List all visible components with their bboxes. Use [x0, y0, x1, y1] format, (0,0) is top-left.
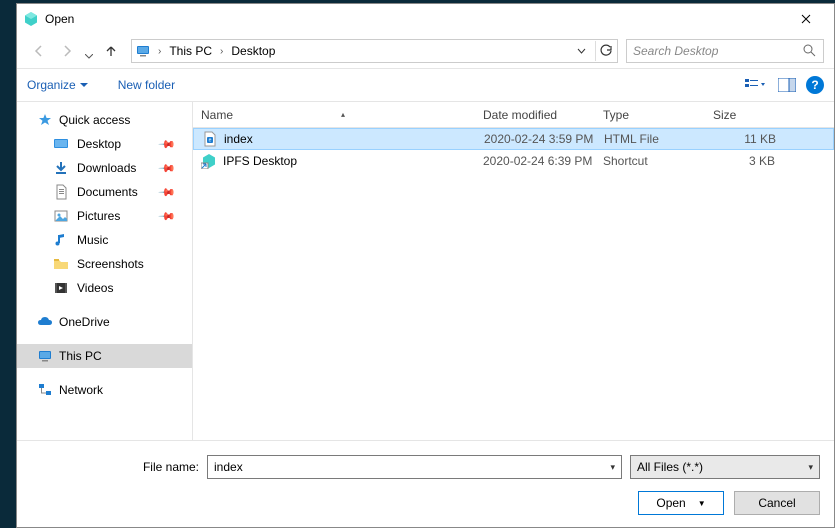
- open-button[interactable]: Open▼: [638, 491, 724, 515]
- videos-icon: [53, 280, 69, 296]
- sort-caret-icon: ▴: [341, 110, 345, 119]
- back-button[interactable]: [27, 39, 51, 63]
- sidebar-item-label: Videos: [77, 281, 113, 295]
- view-options-button[interactable]: [742, 73, 768, 97]
- breadcrumb-thispc[interactable]: This PC: [167, 44, 214, 58]
- sidebar-network[interactable]: Network: [17, 378, 192, 402]
- sidebar-item-music[interactable]: Music: [17, 228, 192, 252]
- search-icon: [803, 44, 817, 58]
- address-dropdown[interactable]: [571, 41, 591, 61]
- navigation-row: › This PC › Desktop Search Desktop: [17, 34, 834, 68]
- history-dropdown[interactable]: [83, 39, 95, 63]
- sidebar: Quick access Desktop 📌 Downloads 📌 Documen…: [17, 102, 192, 440]
- file-date: 2020-02-24 3:59 PM: [476, 132, 596, 146]
- file-row[interactable]: IPFS Desktop 2020-02-24 6:39 PM Shortcut…: [193, 150, 834, 172]
- sidebar-item-documents[interactable]: Documents 📌: [17, 180, 192, 204]
- sidebar-label: Network: [59, 383, 103, 397]
- search-placeholder: Search Desktop: [633, 44, 797, 58]
- sidebar-item-label: Documents: [77, 185, 138, 199]
- sidebar-quick-access[interactable]: Quick access: [17, 108, 192, 132]
- titlebar: Open: [17, 4, 834, 34]
- sidebar-this-pc[interactable]: This PC: [17, 344, 192, 368]
- breadcrumb-desktop[interactable]: Desktop: [229, 44, 277, 58]
- sidebar-item-desktop[interactable]: Desktop 📌: [17, 132, 192, 156]
- html-file-icon: e: [202, 131, 218, 147]
- search-input[interactable]: Search Desktop: [626, 39, 824, 63]
- shortcut-icon: [201, 153, 217, 169]
- file-size: 11 KB: [706, 132, 806, 146]
- sidebar-item-screenshots[interactable]: Screenshots: [17, 252, 192, 276]
- pin-icon: 📌: [158, 159, 177, 178]
- pin-icon: 📌: [158, 207, 177, 226]
- chevron-down-icon: [80, 83, 88, 88]
- sidebar-item-label: Desktop: [77, 137, 121, 151]
- sidebar-label: Quick access: [59, 113, 130, 127]
- close-button[interactable]: [783, 5, 828, 33]
- chevron-down-icon: ▾: [610, 462, 615, 473]
- file-row[interactable]: e index 2020-02-24 3:59 PM HTML File 11 K…: [193, 128, 834, 150]
- file-name: index: [224, 132, 253, 146]
- file-type: HTML File: [596, 132, 706, 146]
- cloud-icon: [37, 314, 53, 330]
- filename-input[interactable]: index ▾: [207, 455, 622, 479]
- svg-text:e: e: [209, 138, 212, 144]
- up-button[interactable]: [99, 39, 123, 63]
- sidebar-item-label: Screenshots: [77, 257, 144, 271]
- file-type: Shortcut: [595, 154, 705, 168]
- column-date[interactable]: Date modified: [475, 108, 595, 122]
- pin-icon: 📌: [158, 135, 177, 154]
- sidebar-item-label: Downloads: [77, 161, 136, 175]
- filename-label: File name:: [31, 460, 199, 474]
- column-type[interactable]: Type: [595, 108, 705, 122]
- desktop-icon: [53, 136, 69, 152]
- sidebar-onedrive[interactable]: OneDrive: [17, 310, 192, 334]
- pc-icon: [134, 42, 152, 60]
- column-size[interactable]: Size: [705, 108, 805, 122]
- new-folder-button[interactable]: New folder: [118, 78, 175, 92]
- document-icon: [53, 184, 69, 200]
- refresh-button[interactable]: [595, 41, 615, 61]
- sidebar-label: OneDrive: [59, 315, 110, 329]
- pc-icon: [37, 348, 53, 364]
- file-date: 2020-02-24 6:39 PM: [475, 154, 595, 168]
- file-pane: Name▴ Date modified Type Size e index 202…: [192, 102, 834, 440]
- toolbar: Organize New folder ?: [17, 68, 834, 102]
- footer: File name: index ▾ All Files (*.*) ▾ Ope…: [17, 440, 834, 527]
- open-dialog: Open › This PC › Desktop Search Desktop …: [16, 3, 835, 528]
- cancel-button[interactable]: Cancel: [734, 491, 820, 515]
- filetype-filter[interactable]: All Files (*.*) ▾: [630, 455, 820, 479]
- file-size: 3 KB: [705, 154, 805, 168]
- preview-pane-button[interactable]: [774, 73, 800, 97]
- file-name: IPFS Desktop: [223, 154, 297, 168]
- window-title: Open: [45, 12, 783, 26]
- pictures-icon: [53, 208, 69, 224]
- chevron-down-icon: ▾: [808, 462, 813, 473]
- sidebar-label: This PC: [59, 349, 102, 363]
- forward-button[interactable]: [55, 39, 79, 63]
- chevron-right-icon: ›: [218, 46, 225, 57]
- chevron-right-icon: ›: [156, 46, 163, 57]
- organize-menu[interactable]: Organize: [27, 78, 88, 92]
- pin-icon: 📌: [158, 183, 177, 202]
- sidebar-item-pictures[interactable]: Pictures 📌: [17, 204, 192, 228]
- column-headers: Name▴ Date modified Type Size: [193, 102, 834, 128]
- sidebar-item-label: Pictures: [77, 209, 120, 223]
- network-icon: [37, 382, 53, 398]
- star-icon: [37, 112, 53, 128]
- music-icon: [53, 232, 69, 248]
- app-icon: [23, 11, 39, 27]
- folder-icon: [53, 256, 69, 272]
- sidebar-item-downloads[interactable]: Downloads 📌: [17, 156, 192, 180]
- sidebar-item-label: Music: [77, 233, 108, 247]
- split-caret-icon: ▼: [698, 499, 706, 508]
- address-bar[interactable]: › This PC › Desktop: [131, 39, 618, 63]
- download-icon: [53, 160, 69, 176]
- sidebar-item-videos[interactable]: Videos: [17, 276, 192, 300]
- column-name[interactable]: Name▴: [193, 108, 475, 122]
- help-button[interactable]: ?: [806, 76, 824, 94]
